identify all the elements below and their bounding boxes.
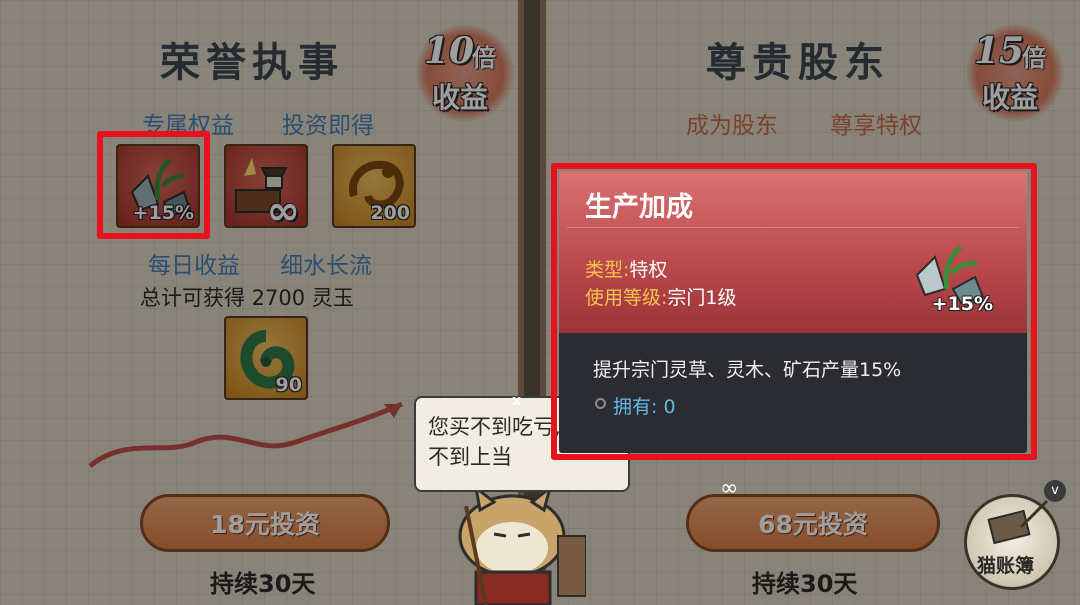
item-count: ∞ xyxy=(266,188,300,228)
invest-button-label: 68元投资 xyxy=(758,510,868,539)
tooltip-highlight xyxy=(551,163,1037,460)
item-count: 200 xyxy=(370,202,410,224)
item-jade[interactable]: 90 xyxy=(224,316,308,400)
ledger-label: 猫账簿 xyxy=(977,555,1035,577)
multiplier-unit: 倍 xyxy=(1022,44,1046,72)
cursor-icon: ∞ xyxy=(720,476,739,501)
multiplier-badge: 10 倍 收益 xyxy=(416,24,514,122)
section-invest: 投资即得 xyxy=(282,113,374,139)
cat-mascot xyxy=(458,484,586,605)
duration-text: 持续30天 xyxy=(210,570,316,598)
invest-button-label: 18元投资 xyxy=(210,510,320,539)
section-privilege: 尊享特权 xyxy=(830,113,922,139)
invest-18-button[interactable]: 18元投资 xyxy=(140,494,390,552)
total-reward-text: 总计可获得 2700 灵玉 xyxy=(140,286,354,310)
item-gold-dragon[interactable]: 200 xyxy=(332,144,416,228)
multiplier-badge: 15 倍 收益 xyxy=(966,24,1064,122)
ledger-book-icon xyxy=(987,499,1049,545)
selected-item-highlight xyxy=(97,131,210,239)
growth-arrow xyxy=(88,401,404,468)
multiplier-label: 收益 xyxy=(432,81,489,114)
section-rights: 成为股东 xyxy=(686,113,778,139)
section-flow: 细水长流 xyxy=(280,253,372,279)
close-icon[interactable]: x xyxy=(512,393,521,409)
cat-ledger-button[interactable]: 猫账簿 xyxy=(964,494,1060,590)
duration-text: 持续30天 xyxy=(752,570,858,598)
multiplier-label: 收益 xyxy=(982,81,1039,114)
item-sect-building[interactable]: ∞ xyxy=(224,144,308,228)
invest-68-button[interactable]: 68元投资 xyxy=(686,494,940,552)
multiplier-number: 10 xyxy=(424,30,475,72)
panel-title: 尊贵股东 xyxy=(706,39,890,86)
game-scene: 荣誉执事 10 倍 收益 专属权益 投资即得 +15% ∞ 200 每日收益 细… xyxy=(0,0,1080,605)
item-count: 90 xyxy=(275,374,302,396)
multiplier-unit: 倍 xyxy=(472,44,496,72)
panel-title: 荣誉执事 xyxy=(160,39,344,86)
section-daily: 每日收益 xyxy=(148,253,240,279)
multiplier-number: 15 xyxy=(974,30,1025,72)
